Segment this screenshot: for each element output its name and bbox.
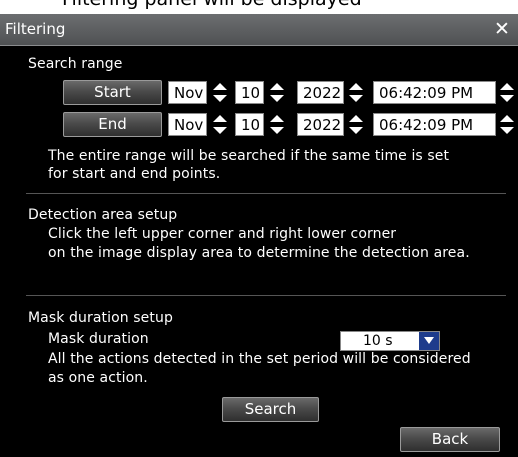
page-caption: Filtering panel will be displayed [62,0,362,10]
end-year-spinner-icon[interactable] [346,113,366,136]
filtering-dialog: Filtering ✕ Search range Start Nov 10 20… [0,14,518,457]
start-time-spinner-icon[interactable] [497,81,517,104]
divider [26,193,506,194]
mask-duration-value: 10 s [363,333,393,349]
search-range-note-line1: The entire range will be searched if the… [48,148,450,164]
end-month-spinner-icon[interactable] [210,113,230,136]
detection-area-line2: on the image display area to determine t… [48,245,470,261]
start-year-field[interactable]: 2022 [297,81,344,104]
search-range-heading: Search range [28,56,123,72]
divider [26,295,506,296]
mask-duration-heading: Mask duration setup [28,310,173,326]
end-time-spinner-icon[interactable] [497,113,517,136]
end-day-spinner-icon[interactable] [267,113,287,136]
dialog-title: Filtering [5,20,66,38]
mask-duration-note-line1: All the actions detected in the set peri… [48,351,471,367]
end-button[interactable]: End [63,112,162,137]
end-month-field[interactable]: Nov [168,113,207,136]
detection-area-heading: Detection area setup [28,207,178,223]
detection-area-line1: Click the left upper corner and right lo… [48,226,397,242]
close-icon[interactable]: ✕ [492,19,512,39]
mask-duration-label: Mask duration [48,331,149,347]
mask-duration-note-line2: as one action. [48,370,148,386]
start-day-spinner-icon[interactable] [267,81,287,104]
back-button[interactable]: Back [400,427,500,452]
start-time-field[interactable]: 06:42:09 PM [373,81,496,104]
dropdown-arrow-icon[interactable] [419,332,439,350]
start-month-field[interactable]: Nov [168,81,207,104]
dialog-title-bar: Filtering ✕ [0,14,518,46]
end-time-field[interactable]: 06:42:09 PM [373,113,496,136]
start-day-field[interactable]: 10 [235,81,264,104]
start-year-spinner-icon[interactable] [346,81,366,104]
start-month-spinner-icon[interactable] [210,81,230,104]
end-day-field[interactable]: 10 [235,113,264,136]
end-year-field[interactable]: 2022 [297,113,344,136]
mask-duration-dropdown[interactable]: 10 s [340,331,440,351]
start-button[interactable]: Start [63,80,162,105]
search-button[interactable]: Search [222,397,319,422]
search-range-note-line2: for start and end points. [48,166,221,182]
screen: Filtering panel will be displayed Filter… [0,0,518,457]
